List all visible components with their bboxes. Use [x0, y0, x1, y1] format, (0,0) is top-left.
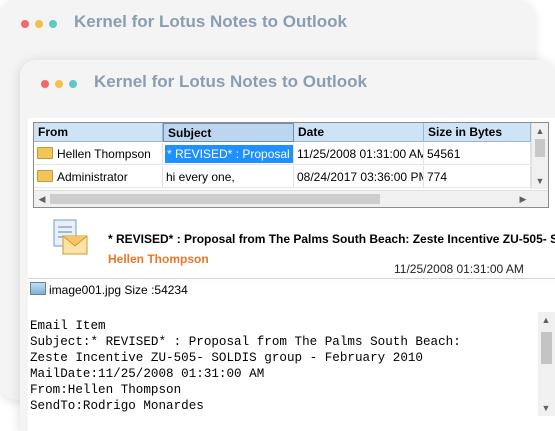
- maximize-dot-icon: [49, 20, 57, 28]
- close-dot-icon: [21, 20, 29, 28]
- cell-subject-text: * REVISED* : Proposal: [165, 145, 293, 163]
- email-envelope-icon: [53, 219, 88, 255]
- close-dot-icon[interactable]: [41, 80, 49, 88]
- scroll-left-icon[interactable]: ◀: [34, 191, 50, 207]
- body-vertical-scrollbar[interactable]: ▲ ▼: [538, 312, 555, 416]
- attachment-item[interactable]: image001.jpg Size :54234: [30, 282, 188, 297]
- message-body-text: Email Item Subject:* REVISED* : Proposal…: [30, 319, 461, 413]
- cell-size: 774: [424, 166, 531, 188]
- background-titlebar: Kernel for Lotus Notes to Outlook: [0, 0, 534, 40]
- scroll-down-icon[interactable]: ▼: [538, 400, 554, 416]
- scroll-thumb[interactable]: [535, 139, 545, 157]
- main-titlebar: Kernel for Lotus Notes to Outlook: [20, 60, 555, 100]
- cell-from-text: Hellen Thompson: [57, 147, 151, 161]
- cell-from: Hellen Thompson: [34, 143, 163, 165]
- scroll-thumb[interactable]: [50, 194, 380, 204]
- maximize-dot-icon[interactable]: [69, 80, 77, 88]
- cell-subject: * REVISED* : Proposal: [163, 143, 294, 165]
- scroll-down-icon[interactable]: ▼: [532, 173, 548, 189]
- folder-icon: [37, 147, 53, 159]
- window-title: Kernel for Lotus Notes to Outlook: [94, 72, 367, 91]
- scroll-up-icon[interactable]: ▲: [532, 123, 548, 139]
- window-title: Kernel for Lotus Notes to Outlook: [74, 12, 347, 31]
- cell-subject: hi every one,: [163, 166, 294, 188]
- grid-horizontal-scrollbar[interactable]: ◀ ▶: [34, 190, 548, 207]
- cell-date: 08/24/2017 03:36:00 PM: [294, 166, 424, 188]
- mail-list-grid[interactable]: From Subject Date Size in Bytes Hellen T…: [33, 122, 549, 208]
- grid-vertical-scrollbar[interactable]: ▲ ▼: [531, 123, 548, 189]
- column-header-from[interactable]: From: [34, 123, 163, 142]
- folder-icon: [37, 170, 53, 182]
- minimize-dot-icon[interactable]: [55, 80, 63, 88]
- scroll-thumb[interactable]: [541, 332, 552, 364]
- app-content: From Subject Date Size in Bytes Hellen T…: [28, 118, 555, 431]
- message-date: 11/25/2008 01:31:00 AM: [394, 262, 524, 276]
- cell-from: Administrator: [34, 166, 163, 188]
- cell-size: 54561: [424, 143, 531, 165]
- message-subject: * REVISED* : Proposal from The Palms Sou…: [108, 232, 555, 246]
- column-header-size[interactable]: Size in Bytes: [424, 123, 531, 142]
- table-row[interactable]: Administrator hi every one, 08/24/2017 0…: [34, 166, 531, 188]
- table-row[interactable]: Hellen Thompson * REVISED* : Proposal 11…: [34, 143, 531, 165]
- header-divider: [28, 278, 555, 279]
- message-sender: Hellen Thompson: [108, 252, 209, 266]
- main-window: Kernel for Lotus Notes to Outlook From S…: [20, 60, 555, 431]
- scroll-up-icon[interactable]: ▲: [538, 312, 554, 328]
- column-header-subject[interactable]: Subject: [163, 123, 294, 142]
- image-file-icon: [30, 282, 46, 295]
- cell-from-text: Administrator: [57, 170, 128, 184]
- scroll-right-icon[interactable]: ▶: [515, 191, 531, 207]
- message-body-pane[interactable]: Email Item Subject:* REVISED* : Proposal…: [28, 312, 555, 431]
- attachment-label: image001.jpg Size :54234: [49, 283, 188, 297]
- cell-date: 11/25/2008 01:31:00 AM: [294, 143, 424, 165]
- grid-header: From Subject Date Size in Bytes: [34, 123, 531, 143]
- column-header-date[interactable]: Date: [294, 123, 424, 142]
- minimize-dot-icon: [35, 20, 43, 28]
